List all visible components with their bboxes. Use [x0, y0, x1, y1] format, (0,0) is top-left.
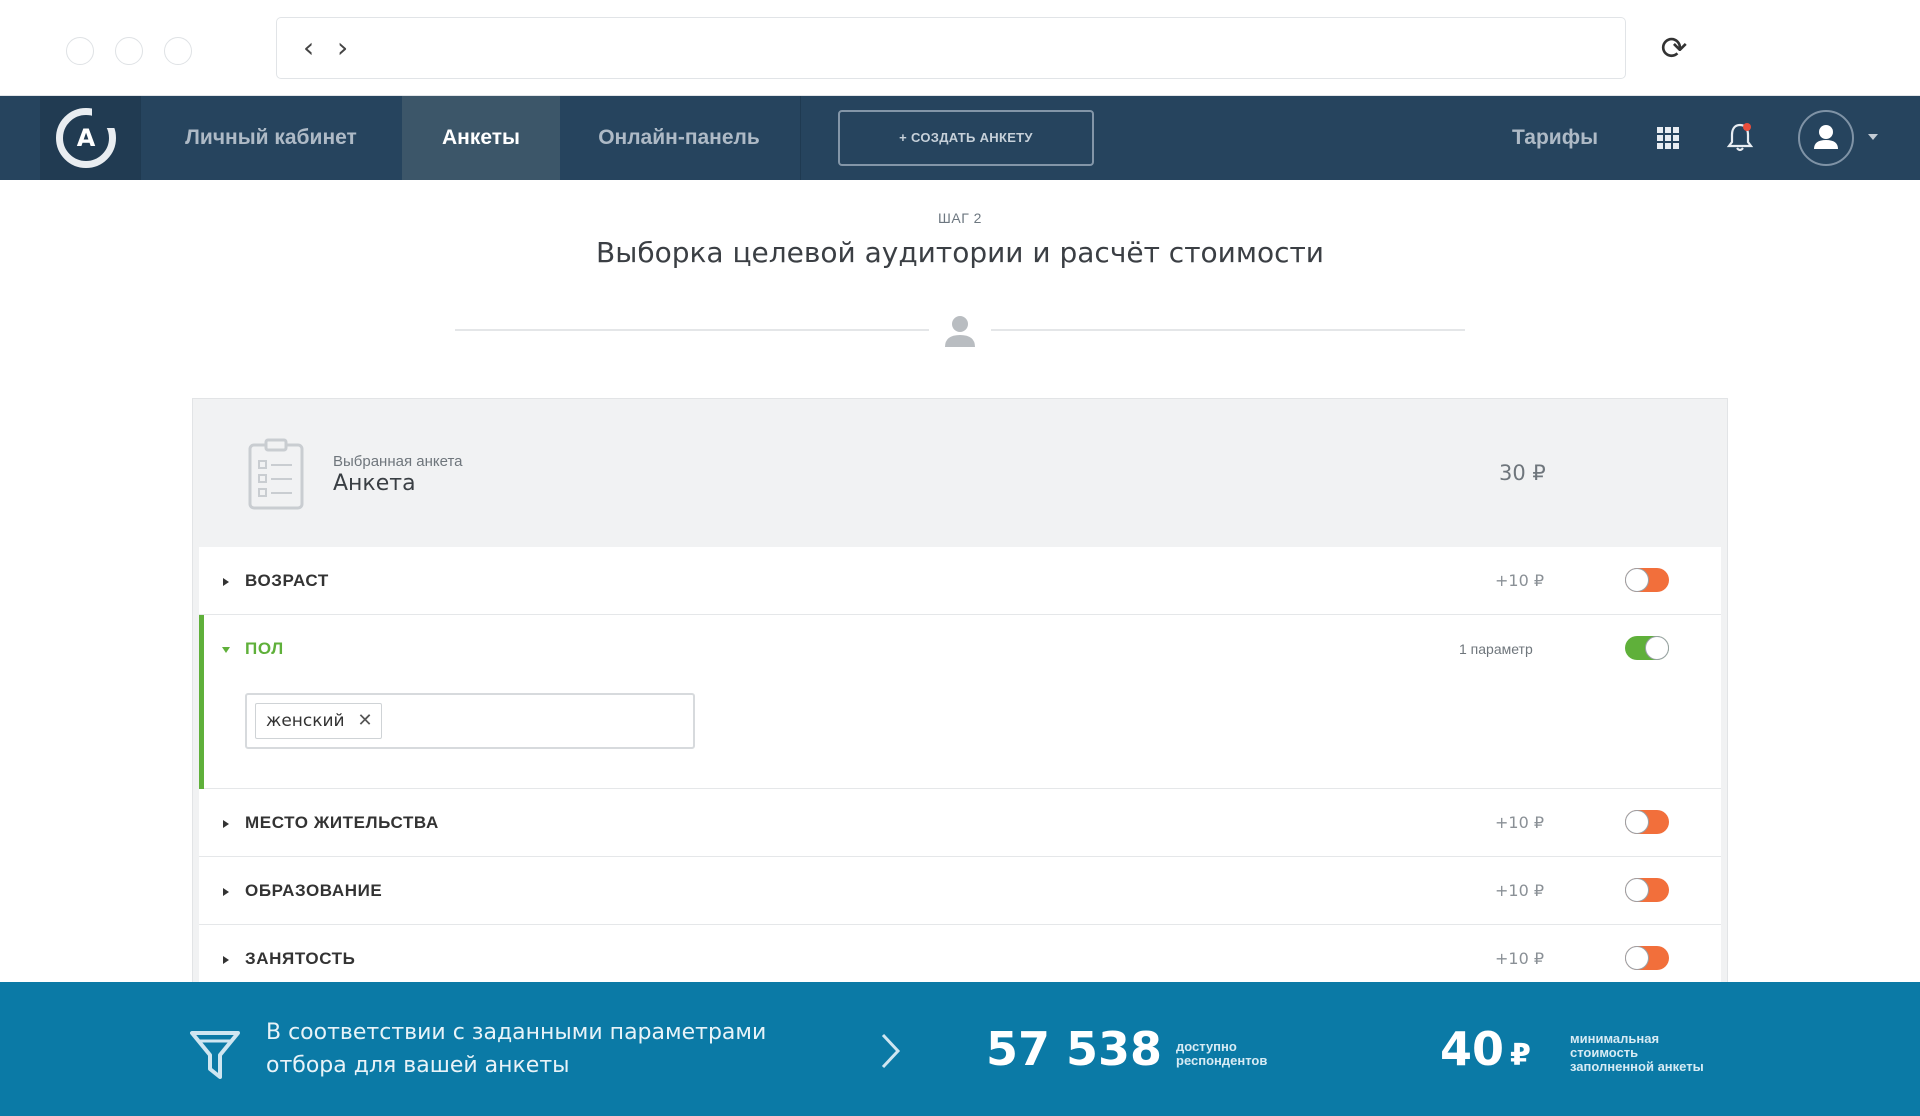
banner-line-1: В соответствии с заданными параметрами	[266, 1020, 767, 1045]
filter-price: +10 ₽	[1495, 881, 1545, 900]
filter-label: ВОЗРАСТ	[245, 571, 329, 590]
funnel-icon	[190, 1031, 240, 1079]
forward-arrow-icon[interactable]: ›	[337, 30, 348, 66]
filter-toggle-gender[interactable]	[1625, 636, 1669, 660]
user-avatar[interactable]	[1798, 110, 1854, 166]
top-navigation: A Личный кабинет Анкеты Онлайн-панель + …	[0, 96, 1920, 180]
nav-item-online-panel[interactable]: Онлайн-панель	[560, 96, 798, 180]
filter-list: ВОЗРАСТ +10 ₽ ПОЛ 1 параметр женский ✕ М…	[199, 547, 1721, 999]
min-price-caption: минимальная стоимость заполненной анкеты	[1570, 1032, 1704, 1074]
apps-grid-icon[interactable]	[1657, 127, 1679, 149]
caret-right-icon	[223, 956, 229, 964]
filter-param-count: 1 параметр	[1459, 641, 1533, 657]
caption-line: доступно	[1176, 1039, 1237, 1054]
currency-symbol: ₽	[1510, 1038, 1531, 1073]
browser-chrome: ‹ › ⟳	[0, 0, 1920, 96]
filter-price: +10 ₽	[1495, 571, 1545, 590]
nav-item-cabinet[interactable]: Личный кабинет	[142, 96, 400, 180]
create-survey-button[interactable]: + СОЗДАТЬ АНКЕТУ	[838, 110, 1094, 166]
selected-survey-name: Анкета	[333, 471, 416, 496]
audience-person-icon	[945, 316, 975, 347]
tag-chip: женский ✕	[255, 703, 382, 739]
caret-right-icon	[223, 820, 229, 828]
toggle-knob	[1625, 810, 1649, 834]
filter-label: МЕСТО ЖИТЕЛЬСТВА	[245, 813, 439, 832]
window-maximize-dot[interactable]	[164, 37, 192, 65]
window-close-dot[interactable]	[66, 37, 94, 65]
filter-row-age[interactable]: ВОЗРАСТ +10 ₽	[199, 547, 1721, 615]
filter-row-gender[interactable]: ПОЛ 1 параметр женский ✕	[199, 615, 1721, 789]
logo[interactable]: A	[40, 96, 140, 180]
remove-tag-icon[interactable]: ✕	[358, 704, 373, 738]
toggle-knob	[1625, 878, 1649, 902]
active-indicator	[199, 615, 204, 789]
filter-price: +10 ₽	[1495, 813, 1545, 832]
selected-survey-header: Выбранная анкета Анкета 30 ₽	[193, 399, 1727, 545]
address-bar[interactable]: ‹ ›	[276, 17, 1626, 79]
filter-label: ОБРАЗОВАНИЕ	[245, 881, 383, 900]
progress-line-left	[455, 329, 929, 331]
caption-line: респондентов	[1176, 1053, 1268, 1068]
nav-divider	[140, 96, 141, 180]
nav-item-surveys[interactable]: Анкеты	[402, 96, 560, 180]
tag-label: женский	[266, 711, 345, 731]
progress-line-right	[991, 329, 1465, 331]
banner-message: В соответствии с заданными параметрами о…	[266, 1016, 786, 1082]
respondents-count: 57 538	[986, 1022, 1163, 1076]
gender-tag-input[interactable]: женский ✕	[245, 693, 695, 749]
nav-item-tariffs[interactable]: Тарифы	[1512, 96, 1598, 180]
survey-card: Выбранная анкета Анкета 30 ₽ ВОЗРАСТ +10…	[192, 398, 1728, 999]
filter-toggle-education[interactable]	[1625, 878, 1669, 902]
filter-toggle-residence[interactable]	[1625, 810, 1669, 834]
caret-down-icon	[222, 647, 230, 653]
user-icon	[1814, 125, 1838, 149]
selected-survey-price: 30 ₽	[1499, 461, 1546, 485]
toggle-knob	[1625, 568, 1649, 592]
min-price: 40 ₽	[1440, 1014, 1531, 1084]
respondents-caption: доступно респондентов	[1176, 1040, 1267, 1068]
filter-row-residence[interactable]: МЕСТО ЖИТЕЛЬСТВА +10 ₽	[199, 789, 1721, 857]
back-arrow-icon[interactable]: ‹	[303, 30, 314, 66]
caret-right-icon	[223, 888, 229, 896]
step-label: ШАГ 2	[938, 210, 982, 226]
banner-line-2: отбора для вашей анкеты	[266, 1053, 570, 1078]
logo-letter: A	[76, 124, 96, 152]
page-title: Выборка целевой аудитории и расчёт стоим…	[596, 236, 1324, 269]
toggle-knob	[1645, 636, 1669, 660]
caret-right-icon	[223, 578, 229, 586]
filter-label: ПОЛ	[245, 639, 284, 658]
filter-toggle-employment[interactable]	[1625, 946, 1669, 970]
chevron-down-icon[interactable]	[1868, 134, 1878, 140]
caption-line: минимальная	[1570, 1031, 1660, 1046]
min-price-value: 40	[1440, 1022, 1505, 1076]
toggle-knob	[1625, 946, 1649, 970]
chevron-right-icon	[881, 1033, 901, 1069]
filter-toggle-age[interactable]	[1625, 568, 1669, 592]
clipboard-icon	[248, 438, 304, 510]
caption-line: стоимость	[1570, 1045, 1639, 1060]
filter-row-education[interactable]: ОБРАЗОВАНИЕ +10 ₽	[199, 857, 1721, 925]
nav-divider	[800, 96, 801, 180]
summary-banner: В соответствии с заданными параметрами о…	[0, 982, 1920, 1116]
caption-line: заполненной анкеты	[1570, 1059, 1704, 1074]
bell-icon[interactable]	[1726, 121, 1754, 153]
window-minimize-dot[interactable]	[115, 37, 143, 65]
selected-survey-caption: Выбранная анкета	[333, 453, 463, 470]
reload-icon[interactable]: ⟳	[1654, 28, 1694, 68]
